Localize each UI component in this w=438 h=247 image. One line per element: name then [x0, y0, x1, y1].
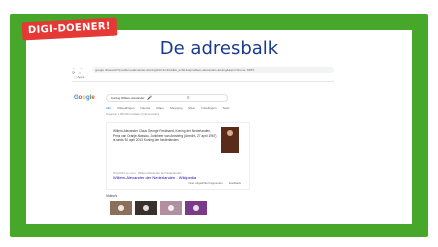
- video-thumbnail[interactable]: [160, 201, 182, 215]
- toolbar-divider: [72, 81, 334, 82]
- search-input[interactable]: Koning Willem-Alexander 🎤 ⚲: [106, 94, 228, 102]
- feedback-link[interactable]: Feedback: [229, 181, 241, 185]
- tab-tools[interactable]: Tools: [222, 106, 229, 110]
- slide-title: De adresbalk: [159, 38, 279, 59]
- king-photo[interactable]: [221, 127, 239, 153]
- tab-alle[interactable]: Alle: [106, 106, 111, 110]
- google-logo[interactable]: Google: [74, 95, 106, 101]
- search-icon[interactable]: ⚲: [187, 95, 223, 101]
- tab-afbeeldingen[interactable]: Afbeeldingen: [117, 106, 135, 110]
- videos-heading: Video's: [106, 194, 118, 198]
- play-icon: [168, 205, 174, 211]
- search-query: Koning Willem-Alexander: [111, 96, 145, 100]
- video-carousel: [110, 201, 334, 215]
- video-thumbnail[interactable]: [185, 201, 207, 215]
- tab-instellingen[interactable]: Instellingen: [201, 106, 216, 110]
- featured-snippet: Willem-Alexander Claus George Ferdinand,…: [106, 122, 250, 190]
- bookmarks-apps[interactable]: ⬚ Apps: [74, 74, 334, 80]
- video-thumbnail[interactable]: [135, 201, 157, 215]
- browser-screenshot: ← → ⟳ ⌂ google.nl/search?q=willem+alexan…: [72, 65, 334, 215]
- tab-meer[interactable]: Meer: [188, 106, 195, 110]
- video-thumbnail[interactable]: [110, 201, 132, 215]
- play-icon: [193, 205, 199, 211]
- tab-shopping[interactable]: Shopping: [170, 106, 183, 110]
- tab-nieuws[interactable]: Nieuws: [141, 106, 151, 110]
- play-icon: [118, 205, 124, 211]
- result-stats: Ongeveer 1.150.000 resultaten (0,42 seco…: [106, 113, 160, 116]
- snippet-text: Willem-Alexander Claus George Ferdinand,…: [113, 129, 217, 143]
- address-bar[interactable]: google.nl/search?q=willem+alexander+koni…: [92, 67, 334, 73]
- address-bar-row: ← → ⟳ ⌂ google.nl/search?q=willem+alexan…: [72, 65, 334, 75]
- snippet-actions: Over uitgelichte fragmenten Feedback: [188, 181, 241, 185]
- play-icon: [143, 205, 149, 211]
- mic-icon[interactable]: 🎤: [147, 95, 183, 101]
- wikipedia-link[interactable]: Willem-Alexander der Nederlanden - Wikip…: [113, 175, 196, 180]
- about-snippets-link[interactable]: Over uitgelichte fragmenten: [188, 181, 222, 185]
- tab-maps[interactable]: Maps: [156, 106, 163, 110]
- search-tabs: Alle Afbeeldingen Nieuws Maps Shopping M…: [106, 106, 334, 110]
- google-search-row: Google Koning Willem-Alexander 🎤 ⚲: [72, 94, 334, 102]
